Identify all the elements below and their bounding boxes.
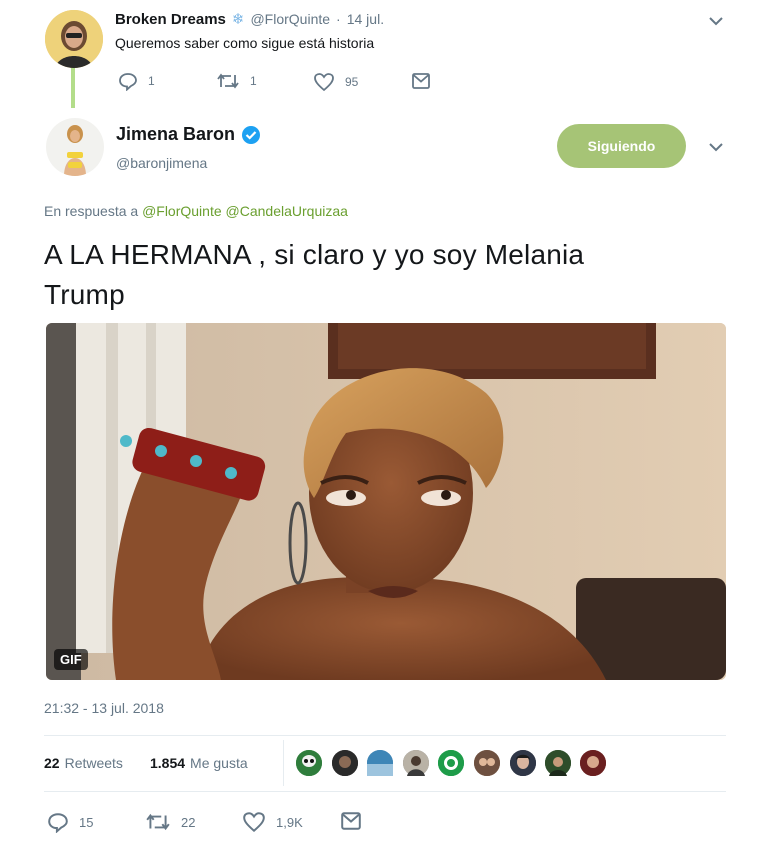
verified-badge-icon	[242, 125, 261, 144]
retweet-total: 22	[44, 755, 60, 771]
liker-avatar[interactable]	[508, 748, 538, 778]
retweet-stats[interactable]: 22 Retweets	[44, 755, 123, 771]
retweet-icon	[217, 73, 239, 89]
reply-date[interactable]: 14 jul.	[347, 11, 384, 27]
liker-avatar[interactable]	[436, 748, 466, 778]
stats-separator	[283, 740, 284, 786]
gif-media[interactable]: GIF	[46, 323, 726, 680]
main-retweet-action[interactable]: 22	[145, 811, 195, 833]
reply-icon	[119, 73, 137, 91]
like-count: 1,9K	[276, 814, 303, 830]
liker-avatar[interactable]	[401, 748, 431, 778]
tweet-timestamp[interactable]: 21:32 - 13 jul. 2018	[44, 700, 164, 716]
reply-like-action[interactable]: 95	[313, 72, 358, 92]
main-reply-action[interactable]: 15	[47, 811, 93, 833]
reply-author-handle[interactable]: @FlorQuinte	[250, 11, 330, 27]
main-tweet-header: Jimena Baron	[116, 124, 261, 145]
heart-icon	[314, 73, 334, 92]
main-like-action[interactable]: 1,9K	[242, 811, 303, 833]
reply-reply-action[interactable]: 1	[118, 71, 155, 91]
envelope-icon	[341, 812, 361, 830]
liker-avatar[interactable]	[543, 748, 573, 778]
divider	[44, 791, 726, 792]
divider	[44, 735, 726, 736]
reply-author-name[interactable]: Broken Dreams	[115, 11, 226, 28]
separator-dot: ·	[336, 11, 341, 27]
retweet-count: 1	[250, 74, 257, 88]
chevron-down-icon[interactable]	[707, 138, 725, 156]
main-dm-action[interactable]	[340, 811, 362, 836]
snowflake-icon: ❄	[231, 11, 245, 28]
reply-context: En respuesta a @FlorQuinte @CandelaUrqui…	[44, 203, 348, 219]
heart-icon	[243, 812, 265, 833]
tweet-text-line-1: A LA HERMANA , si claro y yo soy Melania	[44, 239, 585, 270]
retweet-label: Retweets	[64, 755, 123, 771]
reply-count: 15	[79, 814, 94, 830]
avatar-jimena-baron[interactable]	[46, 118, 104, 176]
chevron-down-icon[interactable]	[707, 12, 725, 30]
mention-link[interactable]: @CandelaUrquizaa	[226, 203, 348, 219]
reply-context-prefix: En respuesta a	[44, 203, 139, 219]
reply-tweet-header: Broken Dreams ❄ @FlorQuinte · 14 jul.	[115, 10, 384, 29]
main-author-handle[interactable]: @baronjimena	[116, 155, 207, 171]
main-tweet-text: A LA HERMANA , si claro y yo soy Melania…	[44, 235, 734, 315]
liker-avatar[interactable]	[578, 748, 608, 778]
liker-avatar[interactable]	[365, 748, 395, 778]
like-count: 95	[345, 75, 359, 89]
liker-avatar[interactable]	[472, 748, 502, 778]
avatar-broken-dreams[interactable]	[45, 10, 103, 68]
reply-icon	[48, 813, 68, 833]
reply-dm-action[interactable]	[411, 72, 431, 95]
tweet-text-line-2: Trump	[44, 279, 125, 310]
main-author-name[interactable]: Jimena Baron	[116, 124, 235, 145]
retweet-icon	[146, 813, 170, 831]
mention-link[interactable]: @FlorQuinte	[142, 203, 222, 219]
liker-avatar[interactable]	[330, 748, 360, 778]
envelope-icon	[412, 73, 430, 89]
thread-connector-line	[71, 68, 75, 108]
like-label: Me gusta	[190, 755, 248, 771]
like-stats[interactable]: 1.854 Me gusta	[150, 755, 248, 771]
liker-avatar[interactable]	[294, 748, 324, 778]
retweet-count: 22	[181, 814, 196, 830]
reply-tweet-text: Queremos saber como sigue está historia	[115, 35, 375, 51]
following-button[interactable]: Siguiendo	[557, 124, 686, 168]
reply-retweet-action[interactable]: 1	[216, 71, 257, 91]
like-total: 1.854	[150, 755, 186, 771]
reply-count: 1	[148, 74, 155, 88]
gif-badge: GIF	[54, 649, 88, 670]
